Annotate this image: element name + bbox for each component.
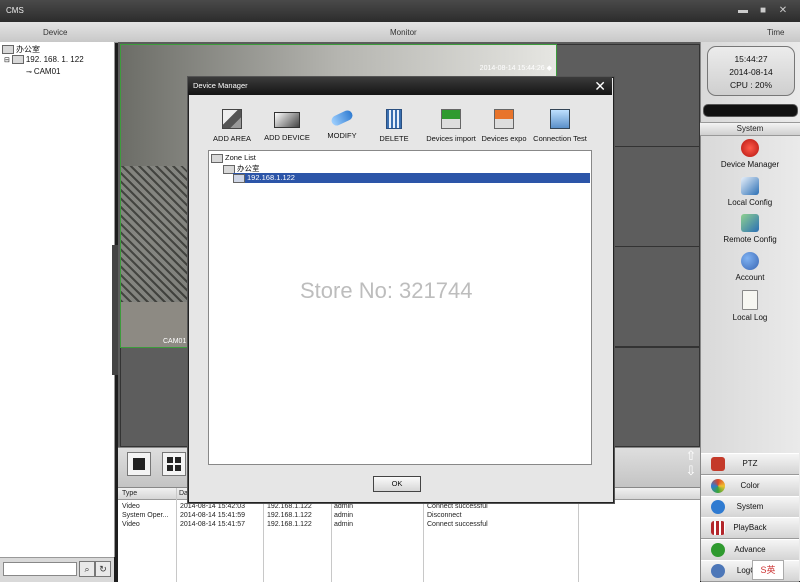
system-section-header: System [700, 122, 800, 136]
log-time: 2014-08-14 15:42:03 [180, 503, 245, 510]
devices-import-button[interactable]: Devices import [423, 106, 479, 150]
log-time: 2014-08-14 15:41:57 [180, 521, 245, 528]
add-device-icon [274, 112, 300, 128]
refresh-icon[interactable]: ↻ [95, 561, 111, 577]
ptz-button[interactable]: PTZ [701, 453, 799, 475]
account-icon [741, 252, 759, 270]
logout-icon [711, 564, 725, 578]
app-title: CMS [6, 6, 24, 15]
folder-icon [2, 45, 14, 55]
device-manager-icon [741, 139, 759, 157]
tree-zone-list[interactable]: Zone List [211, 153, 256, 163]
device-header: Device [43, 28, 68, 37]
playback-button[interactable]: PlayBack [701, 517, 799, 539]
dvr-icon [11, 55, 24, 65]
remote-config-icon [741, 214, 759, 232]
zone-list-tree: Zone List 办公室 192.168.1.122 [208, 150, 592, 465]
modify-icon [329, 108, 355, 128]
close-button[interactable]: ✕ [777, 5, 789, 16]
ime-indicator[interactable]: S英 [752, 560, 784, 580]
playback-icon [711, 521, 725, 535]
device-manager-button[interactable]: Device Manager [700, 139, 800, 169]
connection-test-button[interactable]: Connection Test [529, 106, 591, 150]
dialog-toolbar: ADD AREA ADD DEVICE MODIFY DELETE Device… [209, 106, 591, 150]
clock-date: 2014-08-14 [729, 67, 773, 77]
log-ip: 192.168.1.122 [267, 503, 312, 510]
system-button[interactable]: System [701, 496, 799, 518]
delete-icon [386, 109, 402, 129]
modify-button[interactable]: MODIFY [323, 106, 361, 150]
arrow-down-icon[interactable]: ⇩ [686, 463, 697, 478]
add-area-button[interactable]: ADD AREA [209, 106, 255, 150]
dialog-title-bar: Device Manager ✕ [188, 77, 612, 95]
status-bar [703, 104, 798, 117]
cpu-usage: CPU : 20% [729, 80, 773, 90]
log-type: System Oper... [122, 512, 169, 519]
advance-button[interactable]: Advance [701, 539, 799, 561]
log-col-date: Da [179, 490, 188, 497]
log-user: admin [334, 512, 354, 519]
log-message: Connect successful [427, 503, 488, 510]
devices-export-button[interactable]: Devices expo [479, 106, 529, 150]
devices-import-icon [441, 109, 461, 129]
layout-1-button[interactable] [127, 452, 151, 476]
local-config-icon [741, 177, 759, 195]
connection-test-icon [550, 109, 570, 129]
time-header: Time [767, 28, 785, 37]
log-message: Disconnect [427, 512, 462, 519]
dialog-title: Device Manager [193, 81, 248, 90]
log-col-type: Type [122, 490, 138, 497]
watermark-text: Store No: 321744 [300, 278, 473, 303]
tree-device-selected[interactable]: 192.168.1.122 [233, 173, 590, 183]
minimize-button[interactable]: ▬ [737, 5, 749, 16]
devices-export-icon [494, 109, 514, 129]
log-type: Video [122, 503, 140, 510]
dvr-icon [233, 173, 245, 183]
header-row: Device Monitor Time [0, 22, 800, 43]
advance-icon [711, 543, 725, 557]
log-type: Video [122, 521, 140, 528]
camera-icon: ⊸ [26, 69, 34, 76]
ptz-icon [711, 457, 725, 471]
local-config-button[interactable]: Local Config [700, 177, 800, 207]
local-log-icon [742, 290, 758, 310]
scroll-arrows[interactable]: ⇧ ⇩ [683, 448, 699, 480]
device-tree-panel: 办公室 ⊟ 192. 168. 1. 122 ⊸ CAM01 [0, 42, 115, 557]
monitor-header: Monitor [390, 28, 417, 37]
tree-camera[interactable]: ⊸ CAM01 [26, 67, 61, 76]
ok-button[interactable]: OK [373, 476, 421, 492]
add-area-icon [222, 109, 242, 129]
system-icon [711, 500, 725, 514]
log-time: 2014-08-14 15:41:59 [180, 512, 245, 519]
tree-device[interactable]: ⊟ 192. 168. 1. 122 [4, 55, 84, 65]
collapse-icon: ⊟ [4, 57, 12, 64]
local-log-button[interactable]: Local Log [700, 290, 800, 322]
log-message: Connect successful [427, 521, 488, 528]
logout-button[interactable]: LogOut [701, 560, 799, 582]
log-ip: 192.168.1.122 [267, 521, 312, 528]
video-camera-label: CAM01 [163, 338, 187, 345]
maximize-button[interactable]: ■ [757, 5, 769, 16]
delete-button[interactable]: DELETE [375, 106, 413, 150]
clock-time: 15:44:27 [734, 54, 768, 64]
search-input[interactable] [3, 562, 77, 576]
remote-config-button[interactable]: Remote Config [700, 214, 800, 244]
dialog-close-icon[interactable]: ✕ [594, 78, 606, 94]
color-icon [711, 479, 725, 493]
arrow-up-icon[interactable]: ⇧ [686, 448, 697, 463]
folder-icon [211, 153, 223, 163]
search-icon[interactable]: ⌕ [79, 561, 95, 577]
log-user: admin [334, 503, 354, 510]
video-timestamp: 2014-08-14 15:44:26 ◆ [479, 65, 552, 72]
clock-display: 15:44:27 2014-08-14 CPU : 20% [707, 46, 795, 96]
log-ip: 192.168.1.122 [267, 512, 312, 519]
add-device-button[interactable]: ADD DEVICE [261, 106, 313, 150]
title-bar: CMS ▬ ■ ✕ [0, 0, 800, 22]
log-user: admin [334, 521, 354, 528]
tree-root[interactable]: 办公室 [2, 44, 40, 55]
color-button[interactable]: Color [701, 475, 799, 497]
layout-4-button[interactable] [162, 452, 186, 476]
account-button[interactable]: Account [700, 252, 800, 282]
